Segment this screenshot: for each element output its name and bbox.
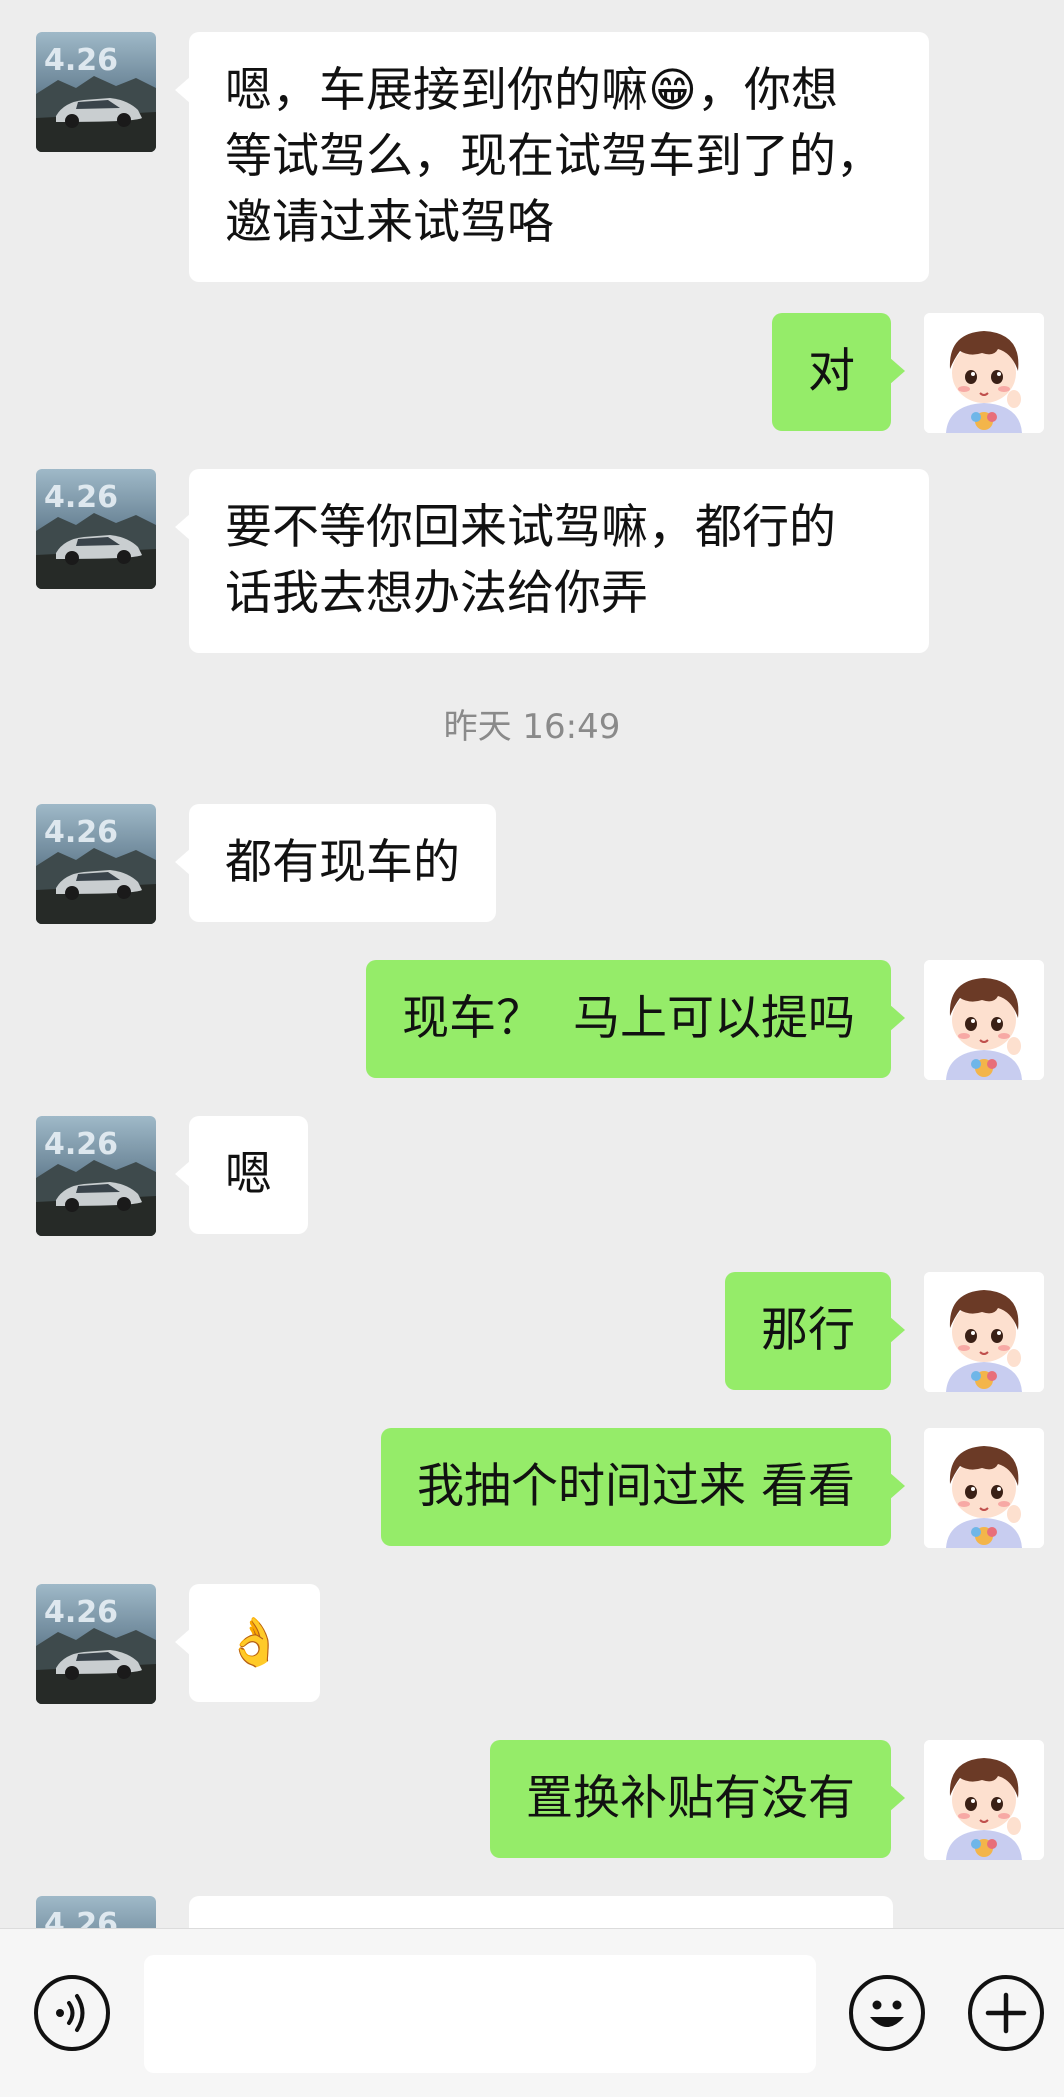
chat-message-list[interactable]: 嗯，车展接到你的嘛😁，你想 等试驾么，现在试驾车到了的， 邀请过来试驾咯 对 要… (0, 0, 1064, 1928)
incoming-message-bubble[interactable]: 嗯，车展接到你的嘛😁，你想 等试驾么，现在试驾车到了的， 邀请过来试驾咯 (175, 32, 929, 282)
contact-avatar[interactable] (36, 1896, 156, 1928)
outgoing-message-bubble[interactable]: 对 (772, 313, 905, 431)
contact-avatar[interactable] (36, 1584, 156, 1704)
contact-avatar[interactable] (36, 804, 156, 924)
cartoon-boy-avatar-icon (924, 313, 1044, 433)
incoming-message-bubble[interactable]: 👌 (175, 1584, 320, 1702)
timestamp-divider: 昨天 16:49 (443, 707, 621, 747)
input-toolbar (0, 1928, 1064, 2097)
outgoing-message-bubble[interactable]: 置换补贴有没有 (490, 1740, 905, 1858)
message-input[interactable] (144, 1955, 816, 2073)
emoji-icon (870, 2000, 904, 2027)
incoming-message-bubble[interactable]: 要不等你回来试驾嘛，都行的 话我去想办法给你弄 (175, 469, 929, 653)
cartoon-boy-avatar-icon (924, 960, 1044, 1080)
self-avatar[interactable] (924, 960, 1044, 1080)
self-avatar[interactable] (924, 313, 1044, 433)
incoming-message-bubble[interactable]: 嗯 (175, 1116, 308, 1234)
cartoon-boy-avatar-icon (924, 1272, 1044, 1392)
contact-avatar[interactable] (36, 32, 156, 152)
plus-button[interactable] (968, 1975, 1044, 2051)
car-photo-avatar-icon (36, 1116, 156, 1236)
car-photo-avatar-icon (36, 804, 156, 924)
voice-button[interactable] (34, 1975, 110, 2051)
cartoon-boy-avatar-icon (924, 1428, 1044, 1548)
plus-icon (985, 1992, 1027, 2034)
self-avatar[interactable] (924, 1428, 1044, 1548)
voice-icon (56, 1994, 85, 2032)
incoming-message-bubble[interactable] (189, 1896, 893, 1928)
outgoing-message-bubble[interactable]: 现车？ 马上可以提吗 (366, 960, 905, 1078)
self-avatar[interactable] (924, 1272, 1044, 1392)
car-photo-avatar-icon (36, 1584, 156, 1704)
cartoon-boy-avatar-icon (924, 1740, 1044, 1860)
car-photo-avatar-icon (36, 1896, 156, 1928)
emoji-button[interactable] (849, 1975, 925, 2051)
contact-avatar[interactable] (36, 1116, 156, 1236)
self-avatar[interactable] (924, 1740, 1044, 1860)
incoming-message-bubble[interactable]: 都有现车的 (175, 804, 496, 922)
outgoing-message-bubble[interactable]: 我抽个时间过来 看看 (381, 1428, 905, 1546)
outgoing-message-bubble[interactable]: 那行 (725, 1272, 905, 1390)
contact-avatar[interactable] (36, 469, 156, 589)
car-photo-avatar-icon (36, 32, 156, 152)
car-photo-avatar-icon (36, 469, 156, 589)
